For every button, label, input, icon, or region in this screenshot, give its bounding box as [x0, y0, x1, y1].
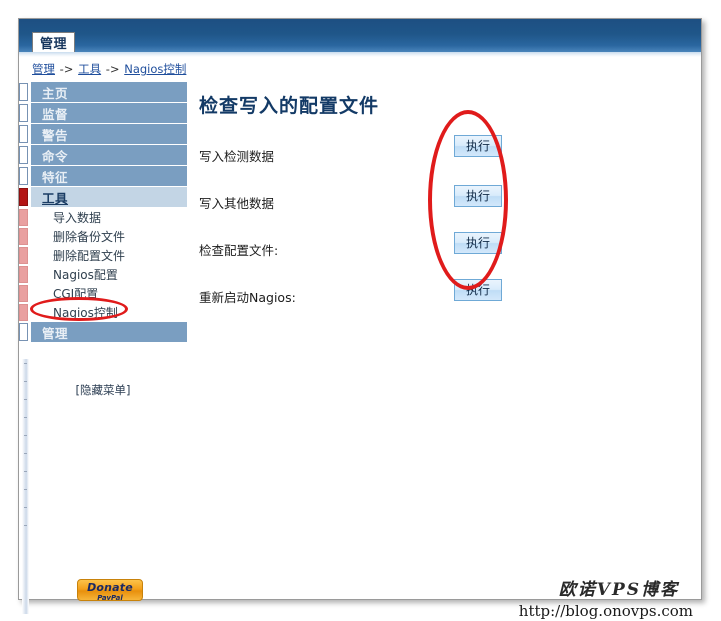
sub-bullet-icon [19, 227, 28, 245]
header-underline [19, 52, 701, 57]
sidebar-item-monitoring[interactable]: 监督 [19, 103, 187, 123]
action-row: 检查配置文件: 执行 [199, 232, 693, 279]
sidebar-subitem-delete-backup[interactable]: 删除备份文件 [19, 227, 187, 245]
sidebar-subitem-label: CGI配置 [53, 286, 99, 301]
sidebar-item-label: 警告 [42, 127, 69, 143]
bullet-icon [19, 104, 28, 122]
tab-admin-label: 管理 [40, 37, 68, 52]
check-config-file-execute-button[interactable]: 执行 [454, 232, 502, 254]
sidebar-subitem-delete-config[interactable]: 删除配置文件 [19, 246, 187, 264]
donate-paypal-button[interactable]: Donate PayPal [77, 579, 143, 601]
sidebar-item-features[interactable]: 特征 [19, 166, 187, 186]
sub-bullet-icon [19, 265, 28, 283]
watermark: 欧诺VPS博客 http://blog.onovps.com [519, 575, 693, 620]
paypal-label: PayPal [97, 594, 123, 601]
breadcrumb-separator-2: -> [105, 62, 120, 76]
sidebar-item-tools[interactable]: 工具 [19, 187, 187, 207]
sidebar-item-label: 特征 [42, 169, 69, 185]
breadcrumb-link-3[interactable]: Nagios控制 [124, 62, 186, 76]
breadcrumb-separator-1: -> [59, 62, 74, 76]
sidebar-subitem-label: Nagios配置 [53, 267, 118, 282]
sidebar-subitem-label: Nagios控制 [53, 305, 118, 320]
action-label: 重新启动Nagios: [199, 290, 296, 305]
sidebar-subitem-label: 删除配置文件 [53, 248, 126, 263]
watermark-brand: 欧诺VPS博客 [558, 580, 679, 600]
sidebar-subitem-import-data[interactable]: 导入数据 [19, 208, 187, 226]
sub-bullet-icon [19, 208, 28, 226]
sidebar-item-label: 主页 [42, 85, 69, 101]
bullet-icon [19, 167, 28, 185]
tab-admin[interactable]: 管理 [32, 32, 76, 52]
hide-menu-link[interactable]: [隐藏菜单] [19, 382, 187, 398]
page-frame: 管理 管理 -> 工具 -> Nagios控制 主页 监督 警告 命令 特征 工… [18, 18, 702, 620]
sidebar-subitem-label: 删除备份文件 [53, 229, 126, 244]
bullet-icon [19, 125, 28, 143]
sidebar-subitem-label: 导入数据 [53, 210, 102, 225]
app-header-bar [19, 19, 701, 52]
restart-nagios-execute-button[interactable]: 执行 [454, 279, 502, 301]
bullet-icon [19, 83, 28, 101]
sidebar-item-label: 监督 [42, 106, 69, 122]
action-list: 写入检测数据 执行 写入其他数据 执行 检查配置文件: 执行 重新启动Nagio… [199, 135, 693, 326]
write-check-data-execute-button[interactable]: 执行 [454, 135, 502, 157]
sidebar-item-label: 管理 [42, 325, 69, 341]
active-bullet-icon [19, 188, 28, 206]
action-label: 检查配置文件: [199, 243, 279, 258]
action-label: 写入其他数据 [199, 196, 275, 211]
action-row: 重新启动Nagios: 执行 [199, 279, 693, 326]
sidebar-subitem-nagios-control[interactable]: Nagios控制 [19, 303, 187, 321]
sub-bullet-icon [19, 284, 28, 302]
sidebar-subitem-cgi-config[interactable]: CGI配置 [19, 284, 187, 302]
sub-bullet-icon [19, 246, 28, 264]
sidebar-item-home[interactable]: 主页 [19, 82, 187, 102]
main-content: 检查写入的配置文件 写入检测数据 执行 写入其他数据 执行 检查配置文件: 执行… [179, 79, 693, 326]
watermark-url: http://blog.onovps.com [518, 602, 693, 620]
action-row: 写入检测数据 执行 [199, 135, 693, 185]
sidebar-item-alerts[interactable]: 警告 [19, 124, 187, 144]
breadcrumb: 管理 -> 工具 -> Nagios控制 [32, 61, 186, 77]
sidebar-item-label: 工具 [42, 190, 69, 206]
action-label: 写入检测数据 [199, 149, 275, 164]
bullet-icon [19, 323, 28, 341]
page-title: 检查写入的配置文件 [199, 95, 380, 117]
breadcrumb-link-1[interactable]: 管理 [32, 62, 55, 76]
sidebar-subitem-nagios-config[interactable]: Nagios配置 [19, 265, 187, 283]
screenshot-root: 管理 管理 -> 工具 -> Nagios控制 主页 监督 警告 命令 特征 工… [0, 0, 721, 621]
action-row: 写入其他数据 执行 [199, 185, 693, 232]
sub-bullet-icon [19, 303, 28, 321]
breadcrumb-link-2[interactable]: 工具 [78, 62, 101, 76]
bullet-icon [19, 146, 28, 164]
sidebar: 主页 监督 警告 命令 特征 工具 导入数据 删除备份文件 删除配置文件 Nag… [19, 82, 187, 397]
write-other-data-execute-button[interactable]: 执行 [454, 185, 502, 207]
sidebar-item-label: 命令 [42, 148, 69, 164]
donate-label: Donate [87, 581, 133, 594]
panel-splitter[interactable] [22, 359, 29, 614]
sidebar-item-admin[interactable]: 管理 [19, 322, 187, 342]
sidebar-item-commands[interactable]: 命令 [19, 145, 187, 165]
